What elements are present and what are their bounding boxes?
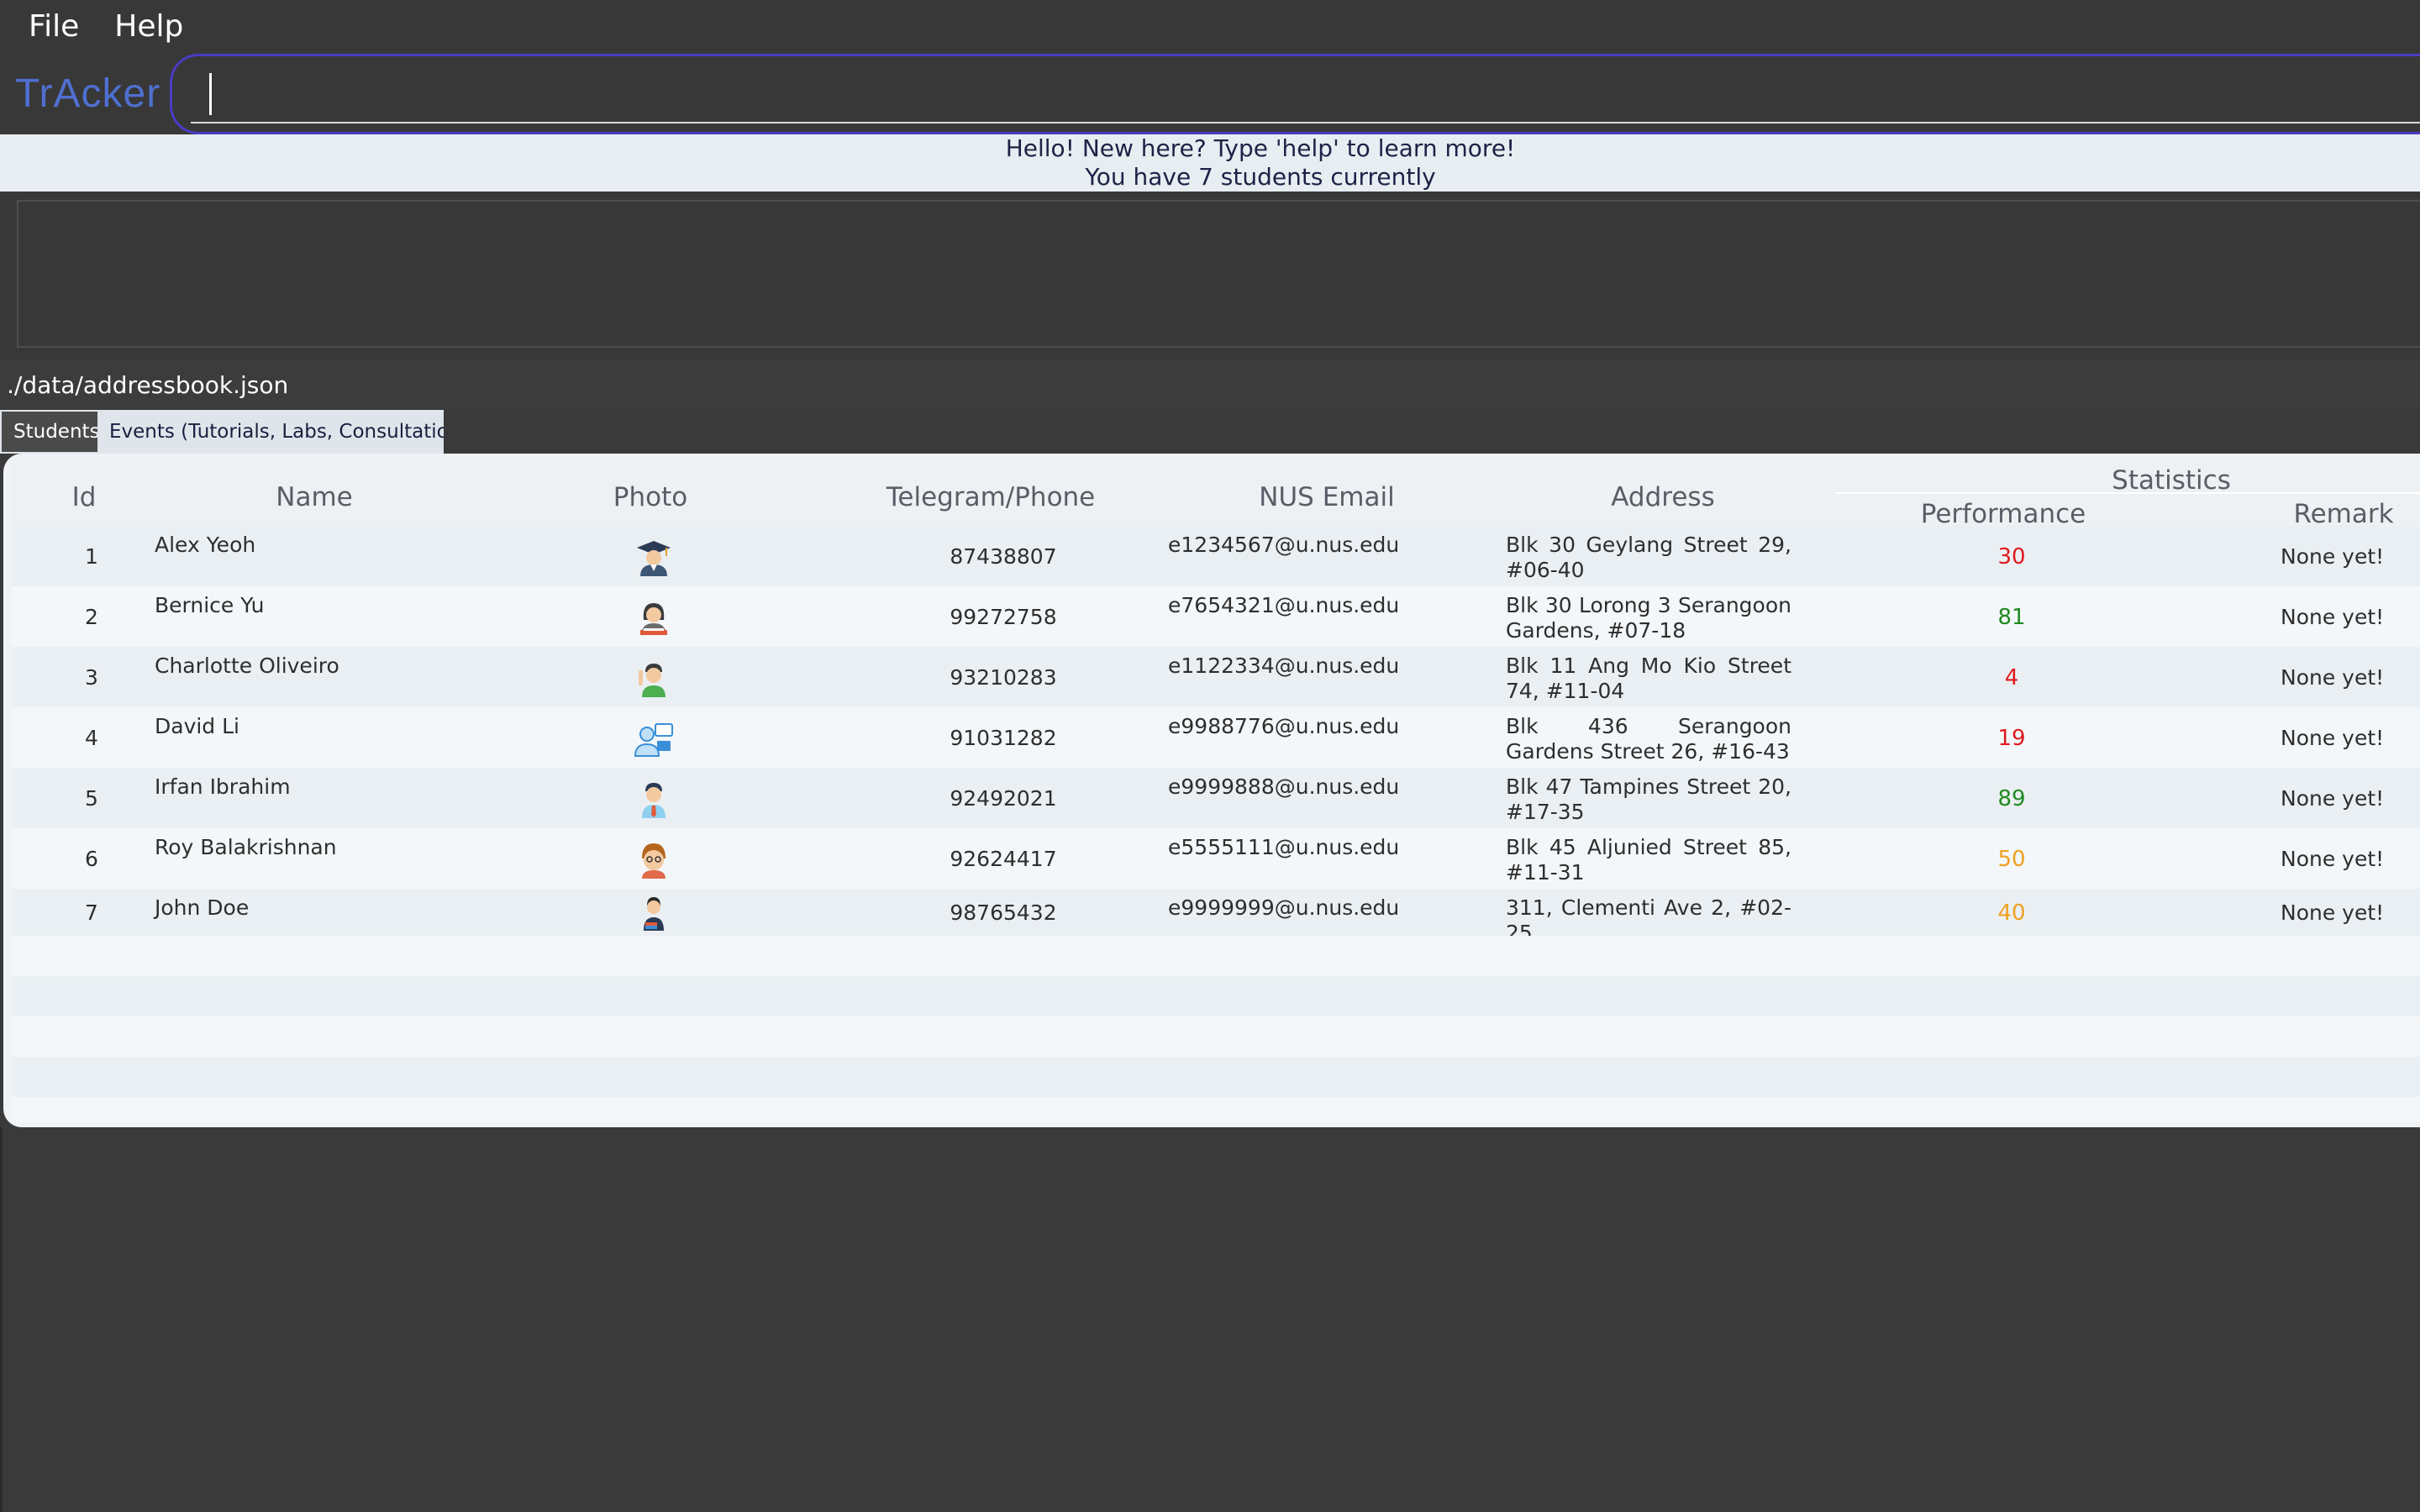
cell-id: 6 (85, 847, 98, 871)
cell-remark: None yet! (2281, 847, 2385, 871)
cell-performance: 40 (1997, 900, 2026, 926)
student-table: Id Name Photo Telegram/Phone NUS Email A… (3, 454, 2420, 1127)
menu-help[interactable]: Help (99, 0, 198, 54)
cell-name: Bernice Yu (155, 593, 265, 617)
empty-row (12, 976, 2420, 1016)
header-address[interactable]: Address (1499, 482, 1827, 512)
cell-phone: 91031282 (950, 726, 1057, 750)
cell-phone: 92492021 (950, 786, 1057, 811)
welcome-line-2: You have 7 students currently (1085, 163, 1436, 191)
result-display-area (0, 192, 2420, 358)
cell-performance: 19 (1997, 726, 2026, 751)
result-display[interactable] (17, 200, 2420, 348)
cell-phone: 99272758 (950, 605, 1057, 629)
student-computer-icon (634, 719, 674, 759)
cell-address: Blk 11 Ang Mo Kio Street 74, #11-04 (1506, 654, 1791, 703)
header-phone[interactable]: Telegram/Phone (827, 482, 1155, 512)
table-row[interactable]: 7 John Doe 98765432 e9999999@u.nus.edu 3… (12, 889, 2420, 945)
cell-email: e5555111@u.nus.edu (1168, 835, 1400, 859)
header-name[interactable]: Name (155, 482, 474, 512)
cell-id: 1 (85, 544, 98, 569)
app-name: TrAcker (15, 71, 161, 116)
cell-remark: None yet! (2281, 726, 2385, 750)
cell-name: Alex Yeoh (155, 533, 256, 557)
cell-performance: 81 (1997, 605, 2026, 630)
cell-performance: 30 (1997, 544, 2026, 570)
cell-id: 2 (85, 605, 98, 629)
empty-workspace (0, 1127, 2420, 1512)
empty-row (12, 936, 2420, 976)
header-email[interactable]: NUS Email (1163, 482, 1491, 512)
cell-name: John Doe (155, 895, 250, 920)
cell-address: Blk 47 Tampines Street 20, #17-35 (1506, 774, 1791, 824)
cell-address: Blk 436 Serangoon Gardens Street 26, #16… (1506, 714, 1791, 764)
cell-email: e9999888@u.nus.edu (1168, 774, 1400, 799)
cell-id: 4 (85, 726, 98, 750)
cell-phone: 87438807 (950, 544, 1057, 569)
cell-phone: 98765432 (950, 900, 1057, 925)
table-row[interactable]: 4 David Li 91031282 e9988776@u.nus.edu B… (12, 707, 2420, 768)
header-performance[interactable]: Performance (1835, 499, 2171, 529)
cell-remark: None yet! (2281, 665, 2385, 690)
tab-bar: Students Events (Tutorials, Labs, Consul… (0, 410, 2420, 454)
text-caret (209, 73, 212, 115)
empty-row (12, 1057, 2420, 1097)
tab-students[interactable]: Students (2, 412, 112, 452)
cell-email: e7654321@u.nus.edu (1168, 593, 1400, 617)
statistics-divider (1835, 492, 2420, 494)
student-face-icon (634, 840, 674, 880)
cell-email: e1234567@u.nus.edu (1168, 533, 1400, 557)
tab-events[interactable]: Events (Tutorials, Labs, Consultations) (97, 412, 491, 452)
cell-name: Charlotte Oliveiro (155, 654, 339, 678)
graduate-icon (634, 538, 674, 578)
tab-bar-filler (444, 410, 2420, 454)
cell-address: Blk 45 Aljunied Street 85, #11-31 (1506, 835, 1791, 885)
header-statistics: Statistics (2112, 465, 2231, 496)
table-row[interactable]: 2 Bernice Yu 99272758 e7654321@u.nus.edu… (12, 586, 2420, 647)
cell-address: Blk 30 Geylang Street 29, #06-40 (1506, 533, 1791, 582)
student-books-icon (634, 894, 674, 934)
table-row[interactable]: 5 Irfan Ibrahim 92492021 e9999888@u.nus.… (12, 768, 2420, 828)
cell-remark: None yet! (2281, 786, 2385, 811)
cell-remark: None yet! (2281, 544, 2385, 569)
cell-phone: 92624417 (950, 847, 1057, 871)
file-path-status: ./data/addressbook.json (0, 361, 2420, 410)
header-photo[interactable]: Photo (491, 482, 810, 512)
header-remark[interactable]: Remark (2180, 499, 2420, 529)
cell-performance: 4 (2004, 665, 2019, 690)
welcome-message: Hello! New here? Type 'help' to learn mo… (0, 134, 2420, 192)
empty-row (12, 1097, 2420, 1122)
cell-name: Irfan Ibrahim (155, 774, 291, 799)
cell-address: Blk 30 Lorong 3 Serangoon Gardens, #07-1… (1506, 593, 1791, 643)
command-input[interactable] (191, 65, 2420, 123)
empty-row (12, 1016, 2420, 1057)
cell-name: David Li (155, 714, 240, 738)
cell-remark: None yet! (2281, 605, 2385, 629)
command-box (170, 54, 2420, 134)
cell-email: e1122334@u.nus.edu (1168, 654, 1400, 678)
command-row: TrAcker (0, 54, 2420, 134)
student-reading-icon (634, 598, 674, 638)
menu-file[interactable]: File (13, 0, 94, 54)
cell-id: 5 (85, 786, 98, 811)
welcome-line-1: Hello! New here? Type 'help' to learn mo… (1005, 134, 1516, 162)
cell-performance: 89 (1997, 786, 2026, 811)
student-raising-hand-icon (634, 659, 674, 699)
menu-bar: File Help (0, 0, 2420, 54)
cell-id: 3 (85, 665, 98, 690)
cell-email: e9999999@u.nus.edu (1168, 895, 1400, 920)
cell-phone: 93210283 (950, 665, 1057, 690)
cell-id: 7 (85, 900, 98, 925)
cell-remark: None yet! (2281, 900, 2385, 925)
cell-performance: 50 (1997, 847, 2026, 872)
student-tie-icon (634, 780, 674, 820)
cell-email: e9988776@u.nus.edu (1168, 714, 1400, 738)
cell-name: Roy Balakrishnan (155, 835, 337, 859)
table-row[interactable]: 6 Roy Balakrishnan 92624417 e5555111@u.n… (12, 828, 2420, 889)
table-row[interactable]: 1 Alex Yeoh 87438807 e1234567@u.nus.edu … (12, 526, 2420, 586)
table-row[interactable]: 3 Charlotte Oliveiro 93210283 e1122334@u… (12, 647, 2420, 707)
header-id[interactable]: Id (59, 482, 109, 512)
